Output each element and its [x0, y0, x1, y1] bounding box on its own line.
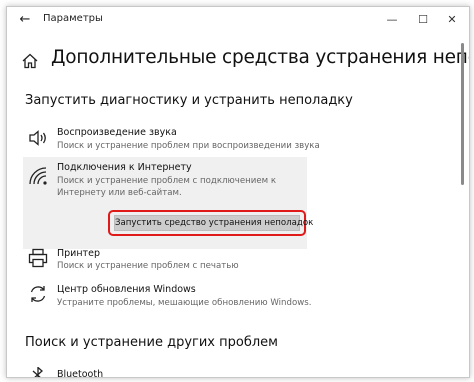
run-button-highlight: Запустить средство устранения неполадок — [108, 210, 313, 236]
back-button[interactable]: ← — [17, 12, 33, 28]
page-title: Дополнительные средства устранения непол… — [51, 47, 469, 68]
run-troubleshooter-button[interactable]: Запустить средство устранения неполадок — [114, 215, 313, 231]
item-title: Центр обновления Windows — [57, 284, 196, 295]
section-title-run-diagnostics: Запустить диагностику и устранить непола… — [25, 93, 353, 108]
bluetooth-icon — [27, 367, 49, 377]
page-header: Дополнительные средства устранения непол… — [7, 45, 469, 75]
close-button[interactable]: ✕ — [439, 10, 465, 30]
wifi-icon — [27, 165, 49, 187]
item-title: Подключения к Интернету — [57, 162, 192, 173]
printer-icon — [27, 247, 49, 269]
title-bar: ← Параметры — ☐ ✕ — [7, 7, 469, 33]
maximize-button[interactable]: ☐ — [410, 10, 436, 30]
troubleshooter-item-bluetooth[interactable]: Bluetooth — [21, 363, 453, 378]
scrollbar[interactable] — [460, 33, 466, 377]
item-title: Воспроизведение звука — [57, 127, 177, 138]
minimize-button[interactable]: — — [379, 10, 405, 30]
item-title: Bluetooth — [57, 369, 104, 378]
troubleshooter-item-printer[interactable]: Принтер Поиск и устранение проблем с печ… — [21, 245, 453, 275]
home-icon[interactable] — [21, 52, 39, 70]
item-description: Поиск и устранение проблем с подключение… — [57, 176, 277, 198]
item-description: Поиск и устранение проблем с печатью — [57, 261, 239, 271]
item-description: Поиск и устранение проблем при воспроизв… — [57, 141, 320, 151]
update-icon — [27, 283, 49, 305]
scrollbar-thumb[interactable] — [461, 43, 464, 185]
troubleshooter-item-sound[interactable]: Воспроизведение звука Поиск и устранение… — [21, 122, 453, 154]
item-title: Принтер — [57, 248, 100, 259]
window-title: Параметры — [43, 13, 103, 24]
section-title-other-problems: Поиск и устранение других проблем — [25, 335, 278, 350]
troubleshooter-item-windows-update[interactable]: Центр обновления Windows Устраните пробл… — [21, 279, 453, 309]
item-description: Устраните проблемы, мешающие обновлению … — [57, 298, 312, 308]
speaker-icon — [27, 127, 49, 149]
settings-window: ← Параметры — ☐ ✕ Дополнительные средств… — [6, 6, 470, 378]
